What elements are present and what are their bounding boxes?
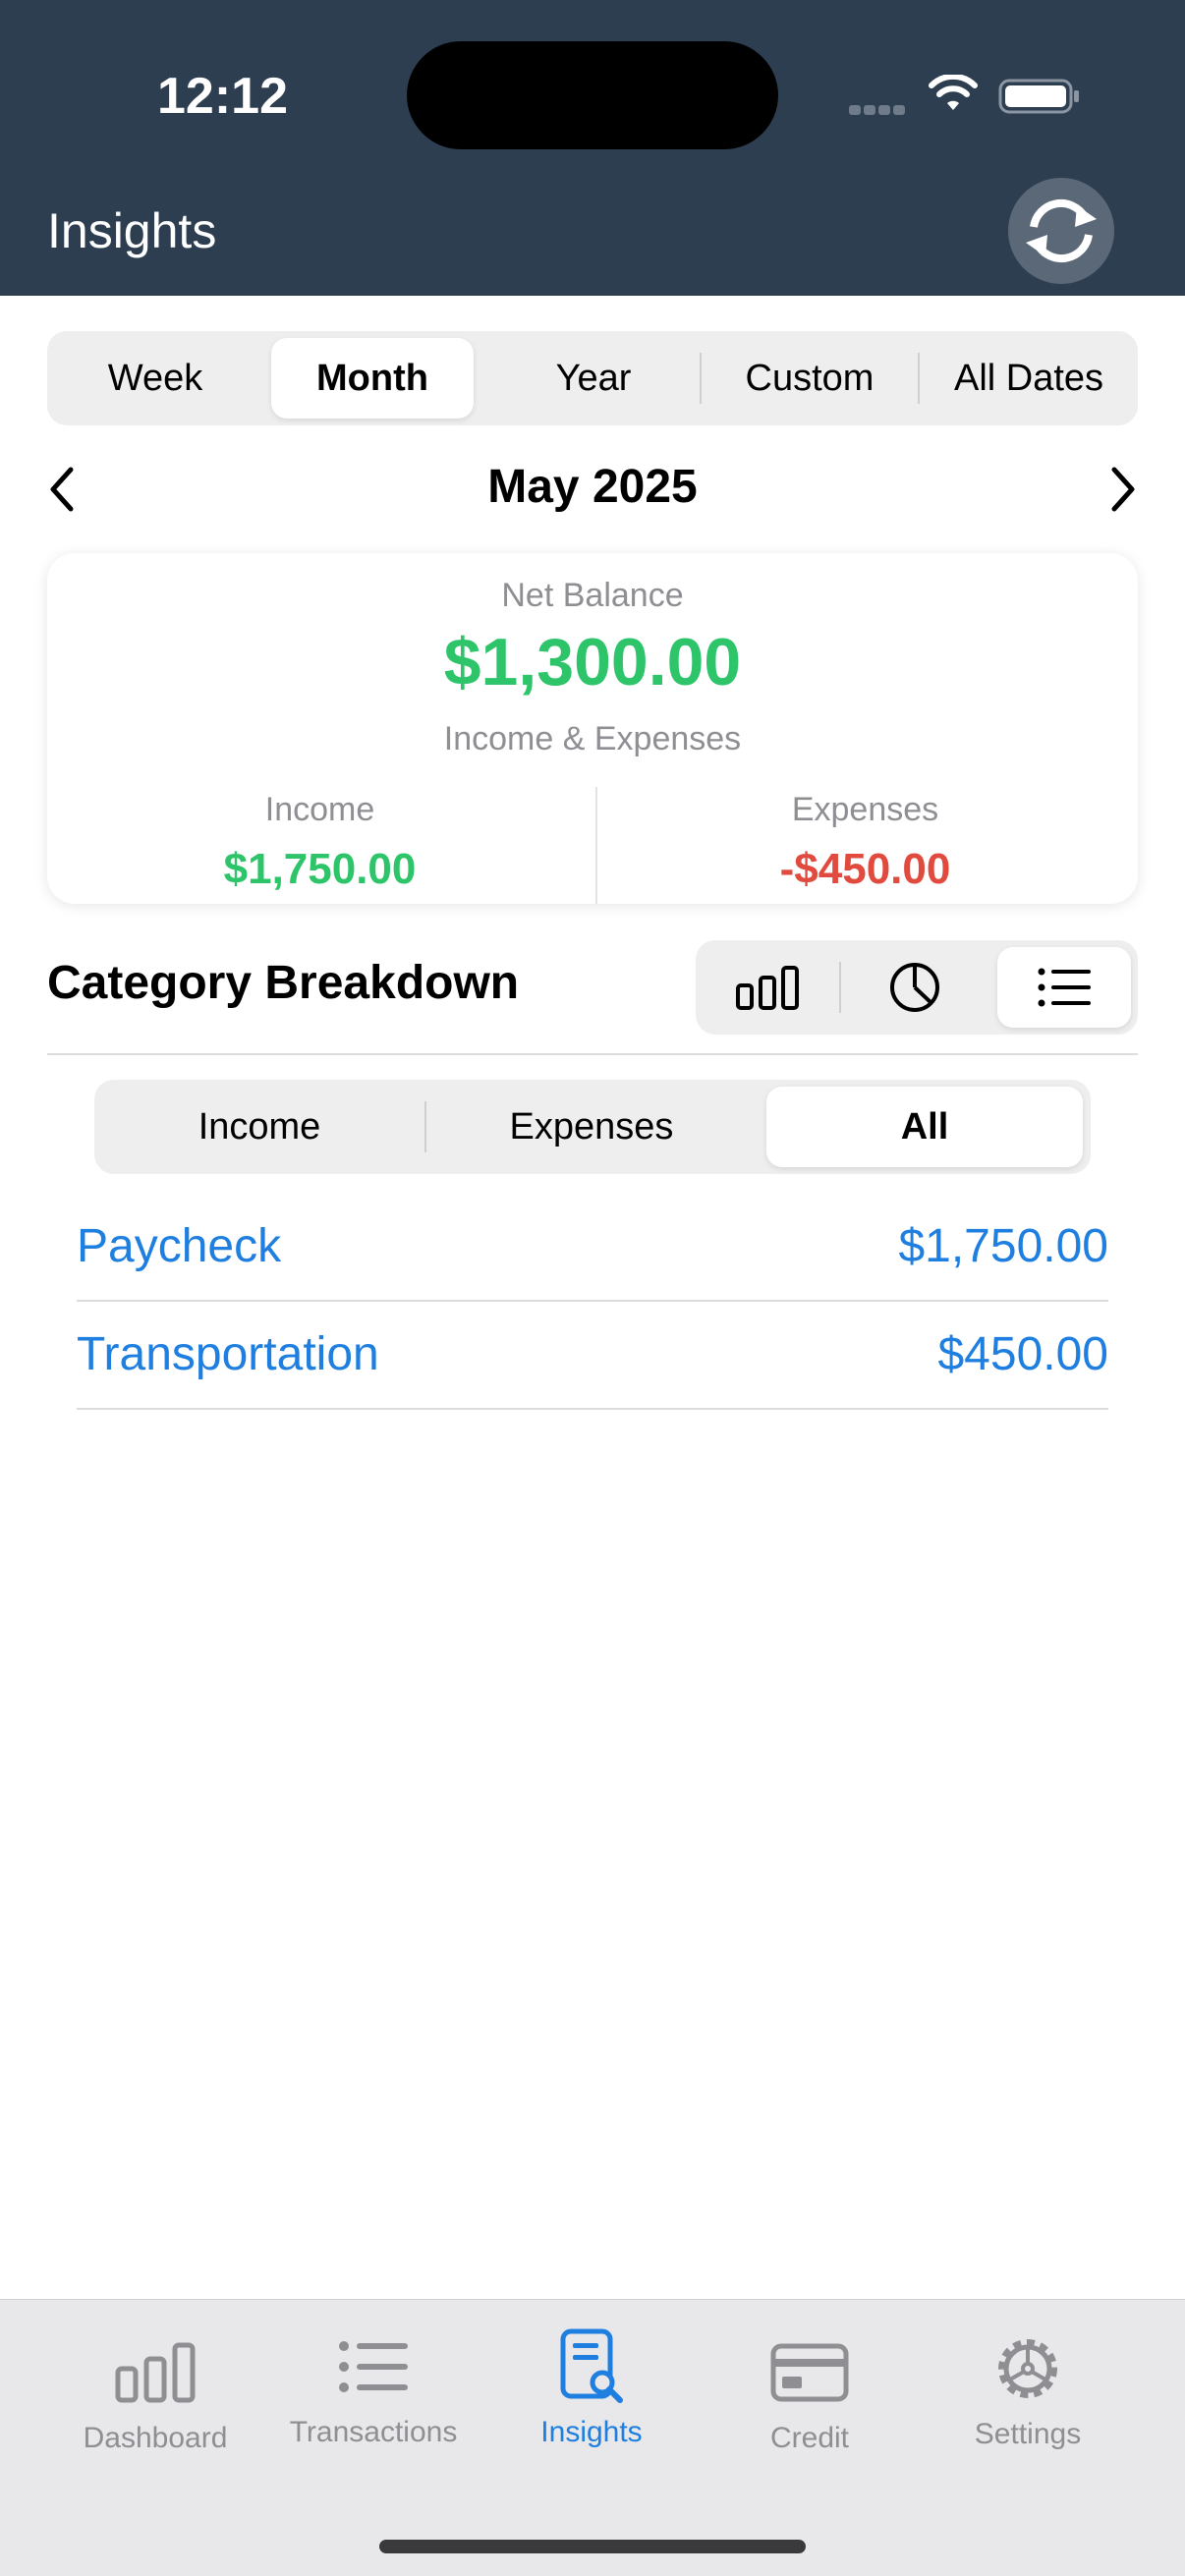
list-icon — [1038, 968, 1091, 1007]
tab-all[interactable]: All — [766, 1087, 1083, 1167]
income-label: Income — [264, 791, 375, 828]
expenses-value: -$450.00 — [779, 845, 951, 893]
divider — [47, 1053, 1138, 1055]
tabbar-item-settings[interactable]: Settings — [920, 2329, 1136, 2451]
home-indicator — [379, 2540, 806, 2553]
list-item[interactable]: Paycheck $1,750.00 — [77, 1194, 1108, 1302]
sync-button[interactable] — [1008, 178, 1114, 284]
category-name: Paycheck — [77, 1220, 282, 1272]
tabbar-label: Insights — [540, 2416, 643, 2448]
summary-card: Net Balance $1,300.00 Income & Expenses … — [47, 553, 1138, 904]
category-name: Transportation — [77, 1328, 379, 1380]
view-bar-button[interactable] — [696, 940, 839, 1035]
tab-week[interactable]: Week — [47, 331, 263, 425]
wifi-icon — [929, 75, 978, 110]
document-search-icon — [560, 2328, 623, 2403]
tabbar-label: Dashboard — [83, 2422, 228, 2454]
status-time: 12:12 — [157, 68, 288, 125]
gear-icon — [998, 2339, 1057, 2398]
tab-custom[interactable]: Custom — [702, 331, 918, 425]
tabbar-item-credit[interactable]: Credit — [702, 2333, 918, 2455]
credit-card-icon — [770, 2343, 849, 2402]
tab-income[interactable]: Income — [94, 1080, 424, 1174]
tab-expenses[interactable]: Expenses — [426, 1080, 757, 1174]
header: 12:12 Insights — [0, 0, 1185, 296]
view-mode-control — [696, 940, 1138, 1035]
tabbar-item-insights[interactable]: Insights — [483, 2327, 700, 2449]
pie-chart-icon — [890, 963, 939, 1012]
type-segmented-control: Income Expenses All — [94, 1080, 1091, 1174]
signal-icon — [849, 102, 908, 120]
battery-icon — [998, 79, 1079, 114]
income-expenses-label: Income & Expenses — [443, 720, 742, 757]
tab-bar: Dashboard Transactions Insights Credit S… — [0, 2299, 1185, 2576]
insights-screen: 12:12 Insights Week Month Year Custom Al… — [0, 0, 1185, 2576]
income-column: Income $1,750.00 — [47, 791, 592, 894]
income-value: $1,750.00 — [223, 845, 417, 893]
dynamic-island — [407, 41, 778, 149]
tabbar-item-dashboard[interactable]: Dashboard — [47, 2333, 263, 2455]
tab-month[interactable]: Month — [271, 338, 474, 419]
list-item[interactable]: Transportation $450.00 — [77, 1302, 1108, 1410]
bar-chart-icon — [736, 966, 799, 1010]
tabbar-label: Transactions — [289, 2416, 458, 2448]
tabbar-item-transactions[interactable]: Transactions — [265, 2327, 481, 2449]
month-label: May 2025 — [487, 461, 698, 513]
tabbar-label: Credit — [769, 2422, 850, 2454]
refresh-icon — [1026, 198, 1097, 263]
view-list-button[interactable] — [997, 947, 1131, 1028]
tabbar-label: Settings — [974, 2418, 1082, 2450]
net-balance-value: $1,300.00 — [443, 625, 742, 700]
expenses-label: Expenses — [791, 791, 939, 828]
list-icon — [339, 2341, 408, 2392]
category-breakdown-title: Category Breakdown — [47, 957, 520, 1009]
net-balance-label: Net Balance — [501, 577, 684, 614]
tab-year[interactable]: Year — [485, 331, 702, 425]
category-amount: $1,750.00 — [898, 1220, 1108, 1272]
chevron-right-icon[interactable] — [1106, 462, 1138, 517]
bar-chart-icon — [115, 2342, 196, 2403]
tab-all-dates[interactable]: All Dates — [920, 331, 1138, 425]
period-segmented-control: Week Month Year Custom All Dates — [47, 331, 1138, 425]
expenses-column: Expenses -$450.00 — [592, 791, 1138, 894]
category-amount: $450.00 — [937, 1328, 1108, 1380]
view-pie-button[interactable] — [841, 940, 988, 1035]
page-title: Insights — [47, 203, 217, 258]
